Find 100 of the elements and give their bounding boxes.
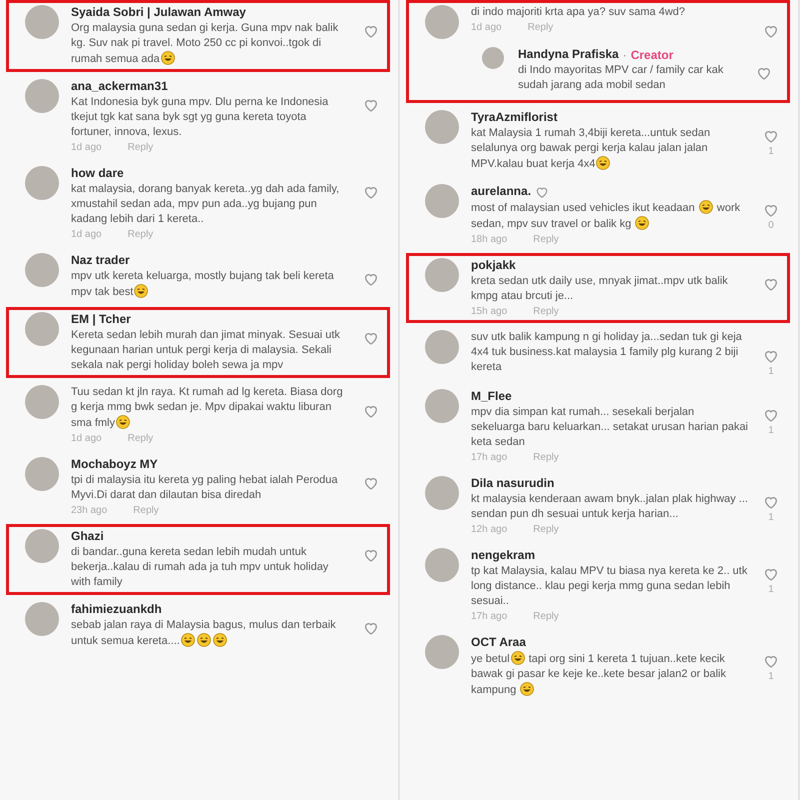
comment-text: kat malaysia, dorang banyak kereta..yg dah ada family, xmustahil sedan ada, mpv pun ada..yg bujang pun kadang lebih dari 1 kereta..	[71, 182, 340, 227]
avatar[interactable]	[25, 385, 59, 419]
avatar[interactable]	[25, 79, 59, 113]
username[interactable]: TyraAzmiflorist	[471, 110, 558, 125]
username[interactable]: Dila nasurudin	[471, 476, 554, 491]
timestamp: 12h ago	[471, 523, 508, 536]
laughing-face-icon	[196, 633, 211, 647]
avatar[interactable]	[25, 166, 59, 200]
heart-icon[interactable]	[763, 276, 779, 292]
username[interactable]: nengekram	[471, 548, 536, 563]
heart-icon[interactable]	[363, 271, 379, 287]
username[interactable]: ana_ackerman31	[71, 79, 168, 94]
laughing-face-icon	[212, 633, 227, 647]
comment-text: Kat Indonesia byk guna mpv. Dlu perna ke Indonesia tkejut tgk kat sana byk sgt yg guna kereta toyota fortuner, innova, lexus.	[71, 95, 330, 140]
heart-icon[interactable]	[363, 403, 379, 419]
avatar[interactable]	[425, 635, 459, 669]
avatar[interactable]	[482, 47, 504, 69]
heart-icon[interactable]	[763, 128, 779, 144]
timestamp: 15h ago	[471, 305, 508, 318]
avatar[interactable]	[425, 258, 459, 292]
heart-icon[interactable]	[363, 23, 379, 39]
like-count: 1	[768, 146, 774, 157]
like-count: 1	[768, 425, 774, 436]
username[interactable]: OCT Araa	[471, 635, 526, 650]
avatar[interactable]	[425, 110, 459, 144]
avatar[interactable]	[425, 5, 459, 39]
timestamp: 1d ago	[71, 432, 102, 445]
avatar[interactable]	[25, 253, 59, 287]
like-count: 0	[768, 220, 774, 231]
heart-icon[interactable]	[363, 547, 379, 563]
comment-text: mpv dia simpan kat rumah... sesekali berjalan sekeluarga baru keluarkan... setakat urusan harian pakai keta sedan	[471, 405, 749, 450]
username[interactable]: aurelanna.	[471, 184, 532, 199]
timestamp: 1d ago	[71, 228, 102, 241]
username[interactable]: Naz trader	[71, 253, 130, 268]
laughing-face-icon	[596, 156, 610, 170]
avatar[interactable]	[25, 529, 59, 563]
avatar[interactable]	[425, 184, 459, 218]
username[interactable]: how dare	[71, 166, 124, 181]
heart-icon[interactable]	[363, 97, 379, 113]
heart-icon[interactable]	[363, 184, 379, 200]
heart-icon[interactable]	[763, 202, 779, 218]
comment-text: di bandar..guna kereta sedan lebih mudah untuk bekerja..kalau di rumah ada ja tuh mpv untuk holiday with family	[71, 545, 330, 590]
username[interactable]: Mochaboyz MY	[71, 457, 158, 472]
comment-text: suv utk balik kampung n gi holiday ja...sedan tuk gi keja 4x4 tuk business.kat malaysia 1 family plg kurang 2 biji kereta	[471, 330, 743, 375]
heart-icon[interactable]	[763, 23, 779, 39]
laughing-face-icon	[635, 216, 650, 230]
laughing-face-icon	[134, 284, 148, 298]
avatar[interactable]	[25, 5, 59, 39]
heart-icon[interactable]	[363, 620, 379, 636]
comment-text: ye betul tapi org sini 1 kereta 1 tujuan..kete kecik bawak gi pasar ke keje ke..kete besar jalan2 or balik kampung	[471, 651, 727, 698]
laughing-face-icon	[520, 682, 534, 696]
username[interactable]: Syaida Sobri | Julawan Amway	[71, 5, 246, 20]
comment-text: sebab jalan raya di Malaysia bagus, mulus dan terbaik untuk semua kereta....	[71, 618, 337, 649]
username[interactable]: M_Flee	[471, 389, 512, 404]
like-count: 1	[768, 584, 774, 595]
avatar[interactable]	[425, 330, 459, 364]
comment-text: di Indo mayoritas MPV car / family car kak sudah jarang ada mobil sedan	[518, 63, 724, 93]
heart-icon[interactable]	[763, 348, 779, 364]
avatar[interactable]	[425, 476, 459, 510]
username[interactable]: fahimiezuankdh	[71, 602, 162, 617]
laughing-face-icon	[160, 51, 175, 65]
heart-icon[interactable]	[363, 475, 379, 491]
comment-text: kt malaysia kenderaan awam bnyk..jalan plak highway ... sendan pun dh sesuai untuk kerja harian...	[471, 492, 749, 522]
username[interactable]: pokjakk	[471, 258, 516, 273]
comment-text: Tuu sedan kt jln raya. Kt rumah ad lg kereta. Biasa dorg g kerja mmg bwk sedan je. Mpv dipakai waktu liburan sma fmly	[71, 385, 344, 431]
creator-label: Creator	[630, 48, 674, 62]
timestamp: 17h ago	[471, 451, 508, 464]
heart-icon[interactable]	[763, 653, 779, 669]
timestamp: 17h ago	[471, 610, 508, 623]
heart-icon[interactable]	[763, 566, 779, 582]
comment-text: most of malaysian used vehicles ikut keadaan work sedan, mpv suv travel or balik kg	[471, 200, 742, 232]
heart-icon[interactable]	[763, 494, 779, 510]
comment-text: tp kat Malaysia, kalau MPV tu biasa nya kereta ke 2.. utk long distance.. klau pegi kerja mmg guna sedan lebih sesuai..	[471, 564, 748, 609]
username[interactable]: Ghazi	[71, 529, 104, 544]
like-count: 1	[768, 512, 774, 523]
avatar[interactable]	[25, 312, 59, 346]
avatar[interactable]	[425, 548, 459, 582]
like-count: 1	[768, 671, 774, 682]
comment-text: Org malaysia guna sedan gi kerja. Guna mpv nak balik kg. Suv nak pi travel. Moto 250 cc pi konvoi..tgok di rumah semua ada	[71, 21, 340, 67]
heart-icon[interactable]	[763, 407, 779, 423]
laughing-face-icon	[180, 633, 195, 647]
heart-icon[interactable]	[363, 330, 379, 346]
comment-text: Kereta sedan lebih murah dan jimat minyak. Sesuai utk kegunaan harian untuk pergi kerja di malaysia. Sekali sekala nak pergi holiday boleh sewa ja mpv	[71, 328, 342, 373]
timestamp: 23h ago	[71, 504, 108, 517]
like-count: 1	[768, 366, 774, 377]
heart-icon[interactable]	[756, 65, 772, 81]
username[interactable]: EM | Tcher	[71, 312, 131, 327]
avatar[interactable]	[425, 389, 459, 423]
separator-dot: ·	[622, 48, 627, 62]
timestamp: 1d ago	[471, 21, 502, 34]
laughing-face-icon	[116, 415, 130, 429]
avatar[interactable]	[25, 602, 59, 636]
comment-text: di indo majoriti krta apa ya? suv sama 4wd?	[471, 5, 686, 20]
comment-text: kreta sedan utk daily use, mnyak jimat..mpv utk balik kmpg atau brcuti je...	[471, 274, 729, 304]
avatar[interactable]	[25, 457, 59, 491]
comment-text: tpi di malaysia itu kereta yg paling hebat ialah Perodua Myvi.Di darat dan dilautan bisa diredah	[71, 473, 339, 503]
timestamp: 18h ago	[471, 233, 508, 246]
username[interactable]: Handyna Prafiska	[518, 47, 619, 62]
laughing-face-icon	[698, 200, 713, 214]
laughing-face-icon	[510, 651, 525, 665]
